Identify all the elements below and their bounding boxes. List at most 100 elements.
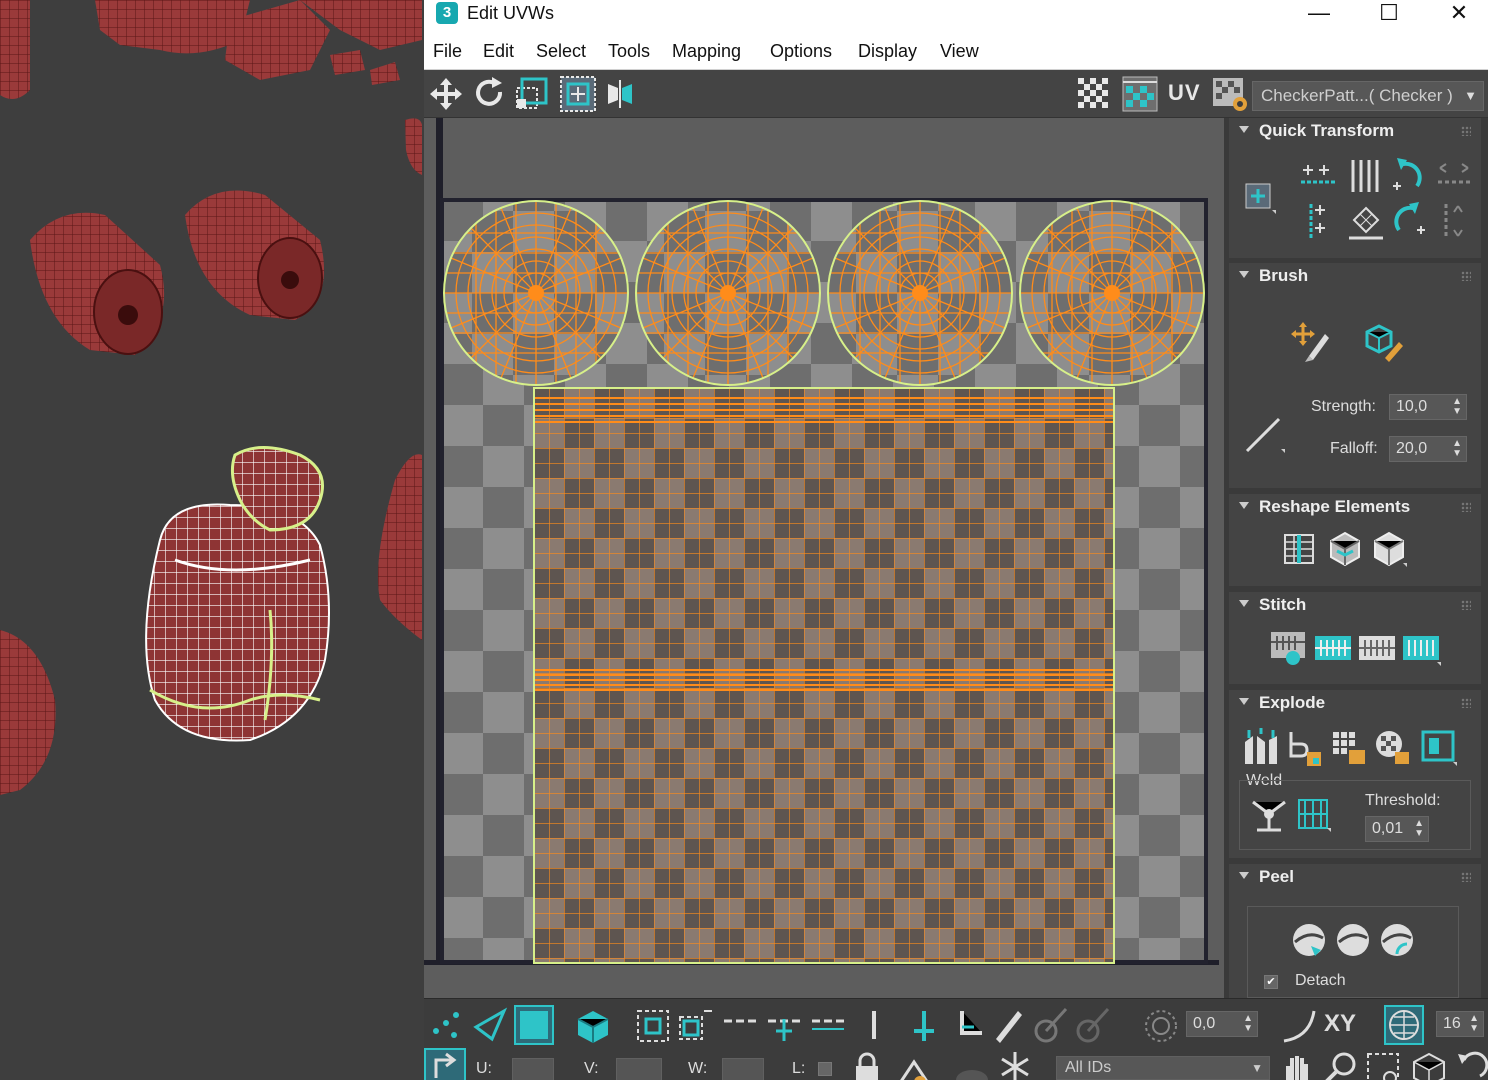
detach-edge-verts-icon[interactable]	[1285, 728, 1325, 768]
hide-icon[interactable]	[894, 1052, 934, 1080]
lock-icon[interactable]	[852, 1052, 882, 1080]
drag-grip-icon[interactable]	[1461, 872, 1471, 882]
rollout-title[interactable]: Quick Transform	[1259, 121, 1394, 141]
detach-checkbox[interactable]: ✔	[1264, 975, 1278, 989]
collapse-arrow-icon[interactable]	[1239, 271, 1249, 278]
peel-mode-icon[interactable]	[1333, 920, 1373, 960]
show-hidden-icon[interactable]	[952, 1058, 992, 1080]
drag-grip-icon[interactable]	[1461, 698, 1471, 708]
undo-view-icon[interactable]	[1454, 1050, 1488, 1080]
menu-tools[interactable]: Tools	[608, 41, 650, 62]
spinner-arrows-icon[interactable]: ▲ ▼	[1414, 819, 1424, 839]
flatten-by-smoothing-icon[interactable]	[1373, 728, 1413, 768]
uv-editor-canvas[interactable]	[424, 118, 1224, 998]
uv-label[interactable]: UV	[1168, 80, 1201, 106]
texture-dropdown[interactable]: CheckerPatt...( Checker ) ▼	[1252, 81, 1484, 111]
freeze-icon[interactable]	[998, 1050, 1032, 1080]
falloff-curve-icon[interactable]	[1280, 1007, 1318, 1045]
freeform-mode-icon[interactable]	[558, 74, 598, 114]
spinner-arrows-icon[interactable]: ▲ ▼	[1452, 397, 1462, 417]
quick-peel-icon[interactable]	[1289, 920, 1329, 960]
rotate-icon[interactable]	[470, 74, 510, 114]
zoom-region-icon[interactable]	[1366, 1050, 1404, 1080]
loop-select-icon[interactable]	[722, 1011, 760, 1039]
menu-options[interactable]: Options	[770, 41, 832, 62]
threshold-spinner[interactable]: 0,01 ▲ ▼	[1365, 816, 1429, 842]
3d-viewport[interactable]	[0, 0, 424, 1080]
collapse-arrow-icon[interactable]	[1239, 502, 1249, 509]
menu-view[interactable]: View	[940, 41, 979, 62]
element-mode-icon[interactable]	[574, 1007, 612, 1045]
uv-shell-body[interactable]	[533, 387, 1115, 964]
menu-select[interactable]: Select	[536, 41, 586, 62]
menu-file[interactable]: File	[433, 41, 462, 62]
space-horizontal-icon[interactable]	[1434, 158, 1474, 192]
point-to-point-seam-icon[interactable]	[864, 1007, 884, 1043]
edit-seams-icon[interactable]	[906, 1007, 942, 1045]
paint-move-icon[interactable]	[1289, 320, 1333, 364]
menu-display[interactable]: Display	[858, 41, 917, 62]
strength-spinner[interactable]: 10,0 ▲ ▼	[1389, 394, 1467, 420]
soft-selection-icon[interactable]	[1142, 1007, 1180, 1045]
title-bar[interactable]: 3 Edit UVWs — ☐ ✕	[424, 0, 1488, 32]
polygon-mode-icon[interactable]	[514, 1005, 554, 1045]
weld-target-icon[interactable]	[1293, 794, 1333, 834]
l-checkbox[interactable]	[818, 1062, 832, 1076]
edge-to-seams-icon[interactable]	[950, 1007, 986, 1045]
collapse-arrow-icon[interactable]	[1239, 600, 1249, 607]
edge-mode-icon[interactable]	[472, 1007, 508, 1043]
collapse-arrow-icon[interactable]	[1239, 872, 1249, 879]
drag-grip-icon[interactable]	[1461, 271, 1471, 281]
falloff-spinner[interactable]: 20,0 ▲ ▼	[1389, 436, 1467, 462]
align-horizontal-icon[interactable]	[1299, 158, 1341, 194]
paint-select-icon[interactable]	[990, 1005, 1026, 1045]
rotate-cw-90-icon[interactable]	[1389, 200, 1429, 240]
menu-mapping[interactable]: Mapping	[672, 41, 741, 62]
stitch-to-target-icon[interactable]	[1313, 628, 1353, 668]
spinner-arrows-icon[interactable]: ▲ ▼	[1452, 439, 1462, 459]
checker-texture-icon[interactable]	[1120, 74, 1160, 114]
grow-selection-icon[interactable]	[634, 1007, 672, 1045]
align-to-edge-icon[interactable]	[1345, 200, 1387, 242]
drag-grip-icon[interactable]	[1461, 600, 1471, 610]
rotate-ccw-90-icon[interactable]	[1389, 156, 1429, 196]
xy-label[interactable]: XY	[1324, 1010, 1356, 1038]
stitch-average-icon[interactable]	[1357, 628, 1397, 668]
relax-brush-icon[interactable]	[1361, 320, 1405, 364]
flatten-by-material-icon[interactable]	[1419, 728, 1459, 768]
minimize-button[interactable]: —	[1284, 0, 1354, 28]
space-vertical-icon[interactable]	[1347, 156, 1385, 196]
pan-hand-icon[interactable]	[1280, 1050, 1314, 1080]
ring-select-icon[interactable]	[766, 1011, 804, 1043]
material-id-dropdown[interactable]: All IDs ▼	[1056, 1056, 1270, 1080]
stitch-custom-icon[interactable]	[1269, 628, 1309, 668]
collapse-arrow-icon[interactable]	[1239, 698, 1249, 705]
relax-icon[interactable]	[1325, 529, 1365, 569]
collapse-arrow-icon[interactable]	[1239, 126, 1249, 133]
rollout-title[interactable]: Reshape Elements	[1259, 497, 1410, 517]
spinner-arrows-icon[interactable]: ▲ ▼	[1243, 1014, 1253, 1034]
rollout-title[interactable]: Peel	[1259, 867, 1294, 887]
shrink-selection-icon[interactable]	[676, 1007, 714, 1045]
drag-grip-icon[interactable]	[1461, 126, 1471, 136]
straighten-selection-icon[interactable]	[1281, 529, 1321, 569]
reset-peel-icon[interactable]	[1377, 920, 1417, 960]
grid-snap-icon[interactable]	[1384, 1005, 1424, 1045]
move-icon[interactable]	[426, 74, 466, 114]
vertex-mode-icon[interactable]	[428, 1007, 464, 1043]
paint-select-shrink-icon[interactable]	[1072, 1005, 1112, 1045]
paint-select-grow-icon[interactable]	[1030, 1005, 1070, 1045]
flatten-by-polygon-icon[interactable]	[1329, 728, 1369, 768]
weld-selected-icon[interactable]	[1249, 794, 1289, 834]
w-input[interactable]	[722, 1058, 764, 1080]
rollout-title[interactable]: Explode	[1259, 693, 1325, 713]
brush-falloff-icon[interactable]	[1241, 413, 1289, 457]
selected-mesh-object[interactable]	[145, 446, 330, 742]
maximize-button[interactable]: ☐	[1354, 0, 1424, 28]
zoom-extents-icon[interactable]	[1410, 1050, 1448, 1080]
scale-icon[interactable]	[512, 74, 552, 114]
soft-select-spinner[interactable]: 0,0 ▲ ▼	[1186, 1011, 1258, 1037]
zoom-icon[interactable]	[1324, 1050, 1358, 1080]
texture-settings-icon[interactable]	[1210, 74, 1250, 114]
space-vertical-small-icon[interactable]	[1434, 200, 1474, 242]
